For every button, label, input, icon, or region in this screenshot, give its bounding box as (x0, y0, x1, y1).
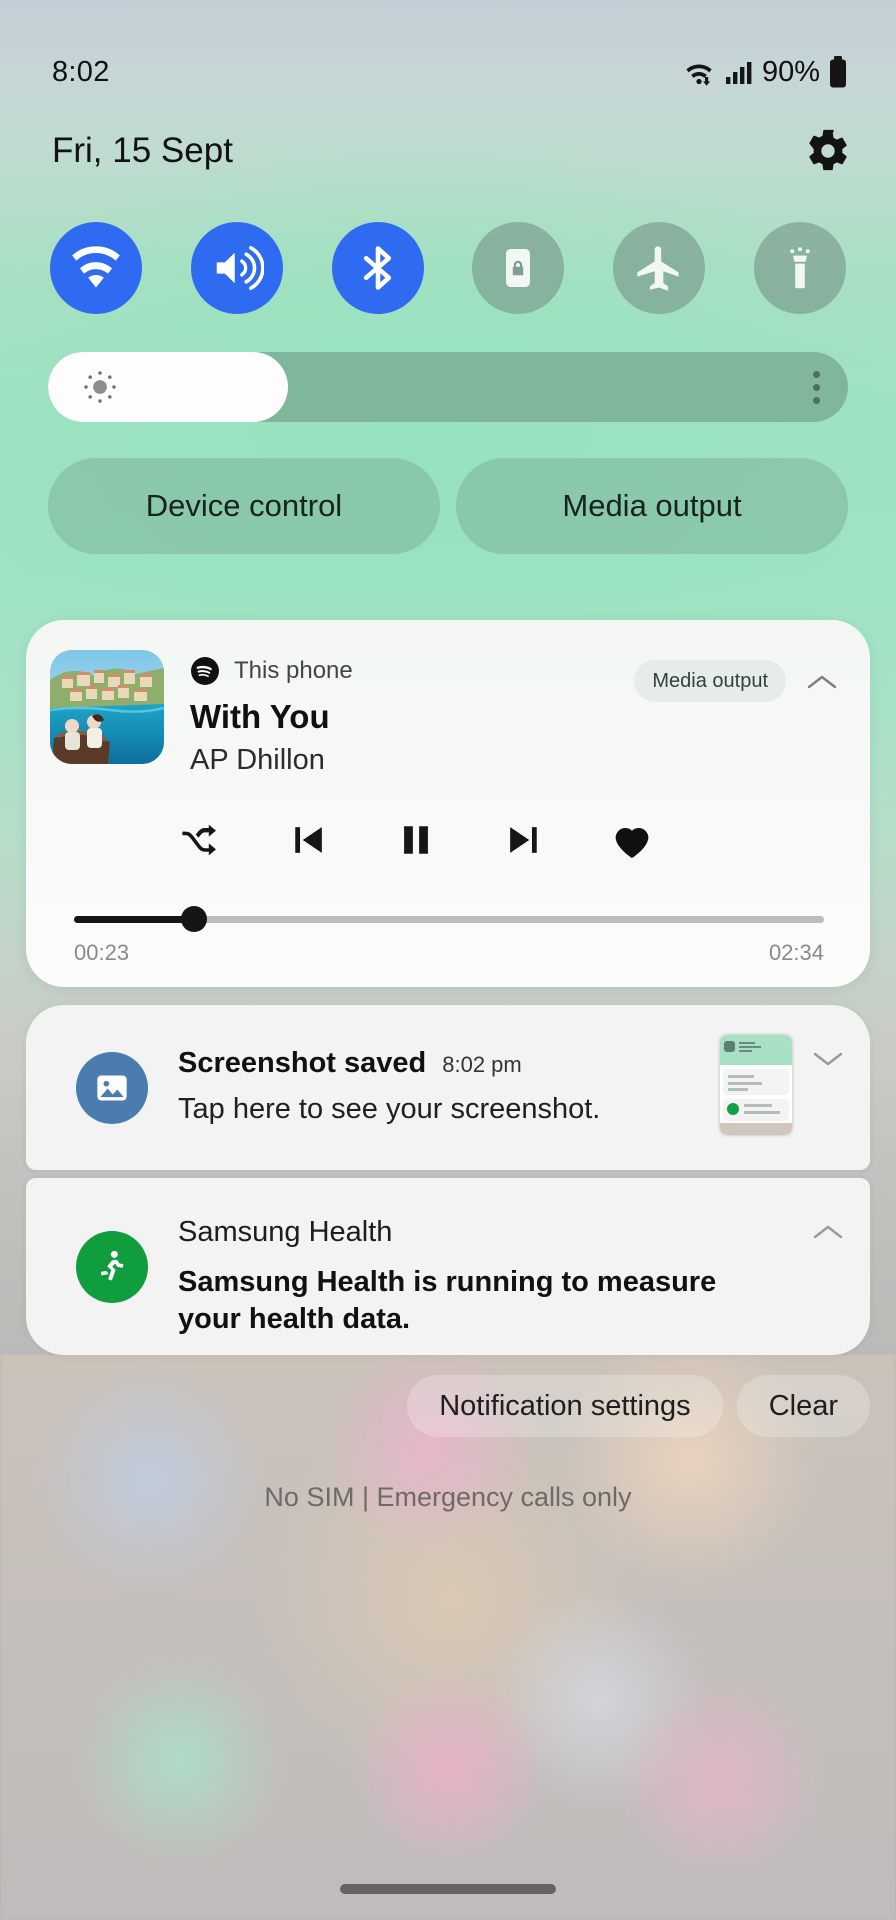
spotify-icon (190, 656, 220, 686)
elapsed-time: 00:23 (74, 940, 130, 965)
sim-status-label: No SIM | Emergency calls only (264, 1482, 632, 1512)
clear-button[interactable]: Clear (736, 1375, 870, 1437)
pause-icon[interactable] (394, 818, 438, 862)
screenshot-thumbnail[interactable] (720, 1035, 792, 1135)
notification-screenshot[interactable]: Screenshot saved 8:02 pm Tap here to see… (26, 1005, 870, 1170)
speaker-icon (210, 241, 264, 295)
progress-fill (74, 915, 194, 923)
gear-icon[interactable] (805, 128, 851, 174)
status-bar: 8:02 90% (0, 48, 896, 96)
wifi-data-icon (682, 56, 716, 88)
battery-icon (828, 56, 848, 88)
media-player-card[interactable]: This phone With You AP Dhillon Media out… (26, 620, 870, 987)
sound-toggle[interactable] (190, 222, 283, 314)
chevron-down-icon[interactable] (806, 1037, 850, 1081)
flashlight-toggle[interactable] (753, 222, 846, 314)
status-icons: 90% (682, 56, 848, 89)
media-output-button[interactable]: Media output (456, 458, 848, 554)
brightness-fill (48, 352, 288, 422)
chevron-up-icon[interactable] (802, 662, 842, 702)
more-vertical-icon[interactable] (813, 352, 820, 422)
wifi-icon (70, 242, 122, 294)
media-app-row: This phone (190, 656, 353, 686)
running-person-icon (76, 1230, 148, 1303)
progress-track (74, 906, 824, 932)
notification-time: 8:02 pm (442, 1052, 522, 1077)
quick-toggle-row (50, 218, 846, 318)
status-clock: 8:02 (52, 55, 110, 88)
notification-body: Samsung Health is running to measure you… (178, 1266, 717, 1335)
image-icon (76, 1051, 148, 1124)
skip-previous-icon[interactable] (287, 818, 331, 862)
notification-title: Samsung Health (178, 1216, 393, 1248)
notification-action-row: Notification settings Clear (407, 1375, 870, 1437)
skip-next-icon[interactable] (501, 818, 545, 862)
bluetooth-icon (352, 242, 404, 294)
media-track-title: With You (190, 698, 330, 735)
media-time-row: 00:23 02:34 (74, 940, 824, 966)
notification-body: Tap here to see your screenshot. (178, 1093, 601, 1125)
notification-samsung-health[interactable]: Samsung Health Samsung Health is running… (26, 1178, 870, 1355)
flashlight-icon (776, 244, 824, 292)
date-row: Fri, 15 Sept (0, 120, 896, 182)
date-label: Fri, 15 Sept (52, 131, 233, 170)
notification-settings-button[interactable]: Notification settings (407, 1375, 723, 1437)
media-artist: AP Dhillon (190, 744, 325, 776)
rotation-lock-icon (494, 244, 542, 292)
wifi-toggle[interactable] (50, 222, 142, 314)
media-app-label: This phone (234, 657, 353, 684)
progress-thumb[interactable] (181, 906, 207, 932)
battery-percent-label: 90% (761, 55, 820, 88)
brightness-slider[interactable] (48, 352, 848, 422)
flight-mode-toggle[interactable] (613, 222, 706, 314)
signal-bars-icon (724, 58, 752, 86)
auto-rotate-toggle[interactable] (472, 222, 565, 314)
album-art (50, 650, 164, 764)
heart-filled-icon[interactable] (608, 816, 656, 864)
airplane-icon (633, 242, 685, 294)
shuffle-icon[interactable] (176, 816, 224, 864)
navigation-handle[interactable] (340, 1884, 556, 1894)
media-controls (176, 805, 656, 875)
bluetooth-toggle[interactable] (331, 222, 424, 314)
panel-shortcut-row: Device control Media output (48, 458, 848, 554)
duration-time: 02:34 (768, 940, 824, 965)
notification-title: Screenshot saved (178, 1047, 427, 1079)
screenshot-title-row: Screenshot saved 8:02 pm (178, 1047, 522, 1080)
media-progress-slider[interactable] (74, 906, 824, 932)
chevron-up-icon[interactable] (806, 1210, 850, 1254)
media-output-chip[interactable]: Media output (634, 660, 786, 702)
brightness-sun-icon (80, 367, 120, 407)
device-control-button[interactable]: Device control (48, 458, 440, 554)
